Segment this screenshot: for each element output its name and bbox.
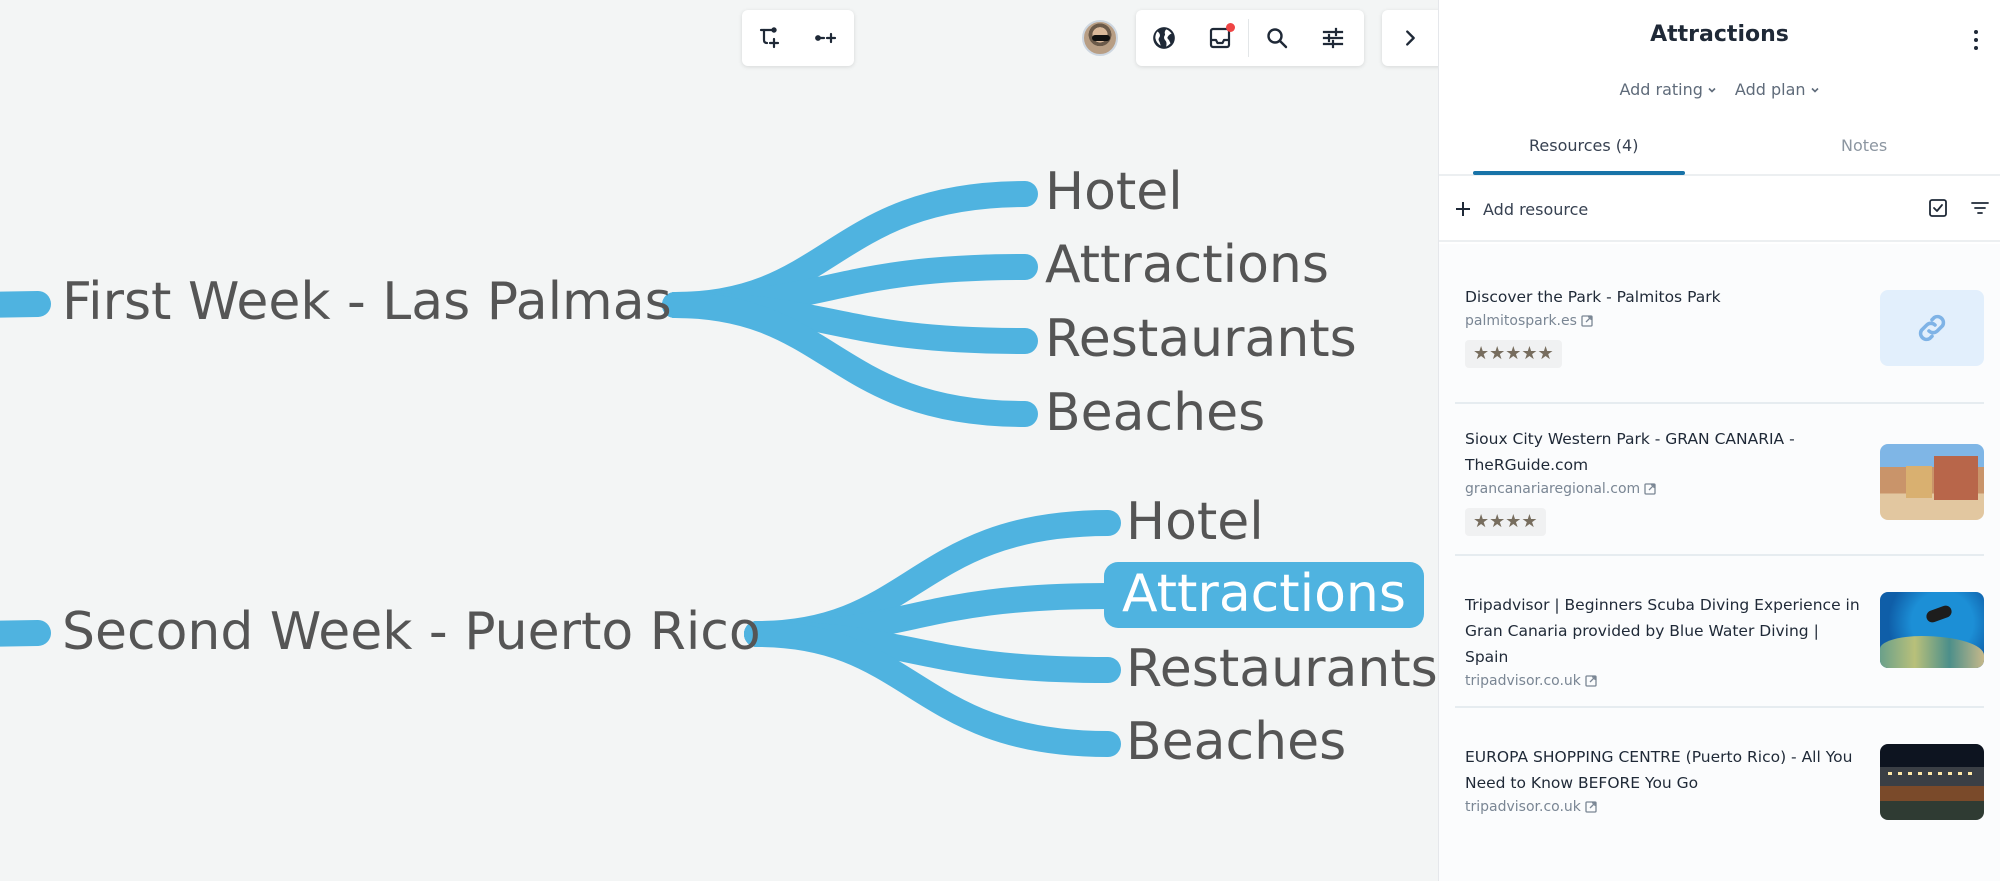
more-options-button[interactable] bbox=[1966, 26, 1986, 54]
settings-button[interactable] bbox=[1305, 10, 1361, 66]
mindmap-canvas[interactable]: First Week - Las Palmas Hotel Attraction… bbox=[0, 0, 1438, 881]
globe-icon bbox=[1153, 27, 1175, 49]
add-rating-label: Add rating bbox=[1619, 80, 1703, 99]
resource-domain-link[interactable]: tripadvisor.co.uk bbox=[1465, 670, 1865, 692]
chevron-right-icon bbox=[1406, 30, 1415, 46]
global-toolbar bbox=[1136, 10, 1364, 66]
rating-stars: ★★★★★ bbox=[1465, 340, 1562, 368]
resource-thumbnail bbox=[1880, 290, 1984, 366]
resource-thumbnail bbox=[1880, 744, 1984, 820]
resource-title: Tripadvisor | Beginners Scuba Diving Exp… bbox=[1465, 596, 1860, 666]
resource-item[interactable]: Discover the Park - Palmitos Park palmit… bbox=[1455, 244, 1984, 404]
resource-title: Discover the Park - Palmitos Park bbox=[1465, 288, 1721, 306]
add-resource-button[interactable]: Add resource bbox=[1455, 200, 1588, 219]
parent-link-stub bbox=[0, 291, 51, 318]
add-sibling-button[interactable] bbox=[798, 10, 854, 66]
node-toolbar bbox=[742, 10, 854, 66]
add-resource-label: Add resource bbox=[1483, 199, 1589, 219]
kebab-dot bbox=[1974, 30, 1978, 34]
resource-domain-link[interactable]: tripadvisor.co.uk bbox=[1465, 796, 1865, 818]
sliders-icon bbox=[1322, 27, 1344, 49]
subtopic-attractions-2-selected[interactable]: Attractions bbox=[1104, 562, 1424, 628]
subtopic-attractions-1[interactable]: Attractions bbox=[1045, 239, 1329, 291]
kebab-dot bbox=[1974, 46, 1978, 50]
resource-thumbnail bbox=[1880, 592, 1984, 668]
inbox-button[interactable] bbox=[1192, 10, 1248, 66]
resource-thumbnail bbox=[1880, 444, 1984, 520]
add-rating-dropdown[interactable]: Add rating bbox=[1619, 80, 1716, 99]
resource-list: Discover the Park - Palmitos Park palmit… bbox=[1439, 244, 2000, 881]
resource-item[interactable]: EUROPA SHOPPING CENTRE (Puerto Rico) - A… bbox=[1455, 708, 1984, 858]
search-icon bbox=[1267, 28, 1288, 49]
plus-icon bbox=[1456, 202, 1470, 216]
topic-first-week[interactable]: First Week - Las Palmas bbox=[62, 276, 672, 328]
resource-domain: tripadvisor.co.uk bbox=[1465, 673, 1581, 689]
kebab-dot bbox=[1974, 38, 1978, 42]
tab-notes[interactable]: Notes bbox=[1841, 136, 1887, 155]
add-plan-label: Add plan bbox=[1734, 80, 1806, 99]
resource-toolbar: Add resource bbox=[1439, 178, 2000, 242]
resource-domain-link[interactable]: grancanariaregional.com bbox=[1465, 478, 1805, 500]
subtopic-restaurants-2[interactable]: Restaurants bbox=[1126, 643, 1438, 695]
subtopic-hotel-1[interactable]: Hotel bbox=[1045, 166, 1183, 218]
search-button[interactable] bbox=[1249, 10, 1305, 66]
external-link-icon bbox=[1581, 315, 1593, 327]
parent-link-stub bbox=[0, 620, 51, 647]
user-avatar[interactable] bbox=[1082, 20, 1118, 56]
subtopic-restaurants-1[interactable]: Restaurants bbox=[1045, 313, 1357, 365]
active-tab-indicator bbox=[1473, 171, 1685, 175]
notification-badge bbox=[1226, 23, 1235, 32]
panel-tabs: Resources (4) Notes bbox=[1439, 128, 2000, 176]
resource-domain: grancanariaregional.com bbox=[1465, 481, 1641, 497]
add-subtopic-icon bbox=[759, 27, 780, 49]
topic-second-week[interactable]: Second Week - Puerto Rico bbox=[62, 606, 761, 658]
external-link-icon bbox=[1585, 801, 1597, 813]
add-subtopic-button[interactable] bbox=[742, 10, 798, 66]
chevron-down-icon bbox=[1708, 87, 1716, 93]
tab-resources[interactable]: Resources (4) bbox=[1529, 136, 1638, 155]
subtopic-beaches-2[interactable]: Beaches bbox=[1126, 716, 1346, 768]
resource-domain: palmitospark.es bbox=[1465, 313, 1577, 329]
resource-title: Sioux City Western Park - GRAN CANARIA -… bbox=[1465, 430, 1795, 474]
add-sibling-icon bbox=[815, 32, 837, 44]
chevron-down-icon bbox=[1810, 87, 1819, 93]
subtopic-hotel-2[interactable]: Hotel bbox=[1126, 496, 1264, 548]
external-link-icon bbox=[1644, 483, 1656, 495]
resource-title: EUROPA SHOPPING CENTRE (Puerto Rico) - A… bbox=[1465, 748, 1853, 792]
subtopic-beaches-1[interactable]: Beaches bbox=[1045, 387, 1265, 439]
filter-icon[interactable] bbox=[1970, 198, 1990, 218]
resource-domain: tripadvisor.co.uk bbox=[1465, 799, 1581, 815]
rating-stars: ★★★★ bbox=[1465, 508, 1546, 536]
external-link-icon bbox=[1585, 675, 1597, 687]
details-panel: Attractions Add rating Add plan Resource… bbox=[1438, 0, 2000, 881]
collapse-panel-button[interactable] bbox=[1382, 10, 1438, 66]
add-plan-dropdown[interactable]: Add plan bbox=[1735, 80, 1820, 99]
select-checkbox-icon[interactable] bbox=[1928, 198, 1948, 218]
resource-item[interactable]: Sioux City Western Park - GRAN CANARIA -… bbox=[1455, 404, 1984, 556]
resource-domain-link[interactable]: palmitospark.es bbox=[1465, 310, 1865, 332]
resource-item[interactable]: Tripadvisor | Beginners Scuba Diving Exp… bbox=[1455, 556, 1984, 708]
share-button[interactable] bbox=[1136, 10, 1192, 66]
link-icon bbox=[1918, 314, 1946, 342]
panel-title: Attractions bbox=[1650, 22, 1789, 47]
panel-actions: Add rating Add plan bbox=[1439, 80, 2000, 99]
